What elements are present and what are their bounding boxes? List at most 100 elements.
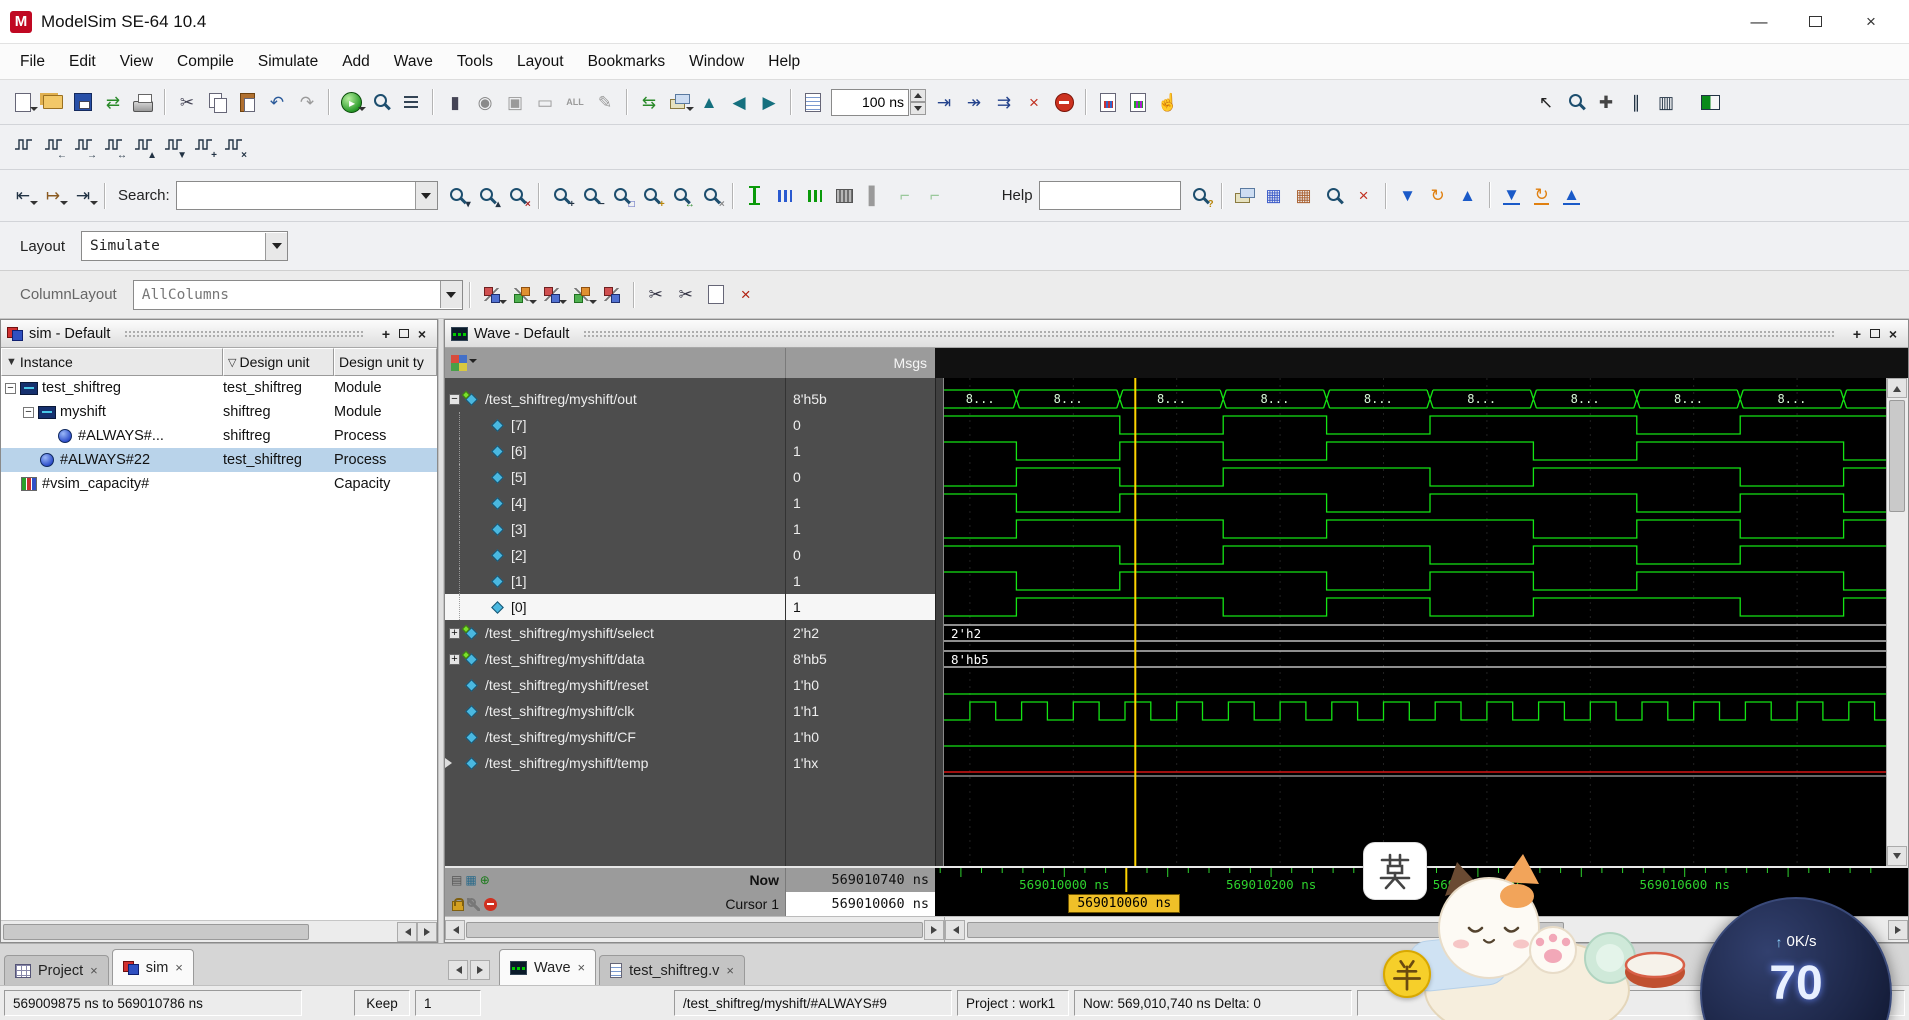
wave-signal-row[interactable]: [3] [445,516,785,542]
remove-cursor-icon[interactable] [484,898,497,911]
column-layout-combobox[interactable]: AllColumns [133,280,463,310]
insert-pulse-button[interactable] [9,133,37,161]
tree-expand-toggle[interactable]: − [5,383,16,394]
menu-tools[interactable]: Tools [445,44,505,79]
new-file-button[interactable] [9,88,37,116]
print-button[interactable] [129,88,157,116]
wave-plot[interactable]: 8...8...8...8...8...8...8...8...8...2'h2… [944,378,1886,866]
menu-layout[interactable]: Layout [505,44,576,79]
menu-window[interactable]: Window [677,44,756,79]
region-button[interactable]: ▭ [531,88,559,116]
column-header-design-unit-type[interactable]: Design unit ty [334,348,437,376]
wave-signal-row[interactable]: [4] [445,490,785,516]
launch-simulation-button[interactable] [337,88,365,116]
search-dropdown-button[interactable] [415,182,437,209]
grid-blue-button[interactable] [771,182,799,210]
show-all-button[interactable]: ALL [561,88,589,116]
sim-panel-header[interactable]: sim - Default +× [1,320,437,348]
delete-view-button[interactable]: × [732,281,760,309]
show-drivers-button[interactable] [568,281,596,309]
half-badge[interactable] [1383,950,1431,998]
bookmark-add-button[interactable]: ▦ [1290,182,1318,210]
grid-green-button[interactable] [801,182,829,210]
env-up-button[interactable]: ▲ [695,88,723,116]
copy-view-button[interactable] [702,281,730,309]
move-edge-right-button[interactable]: → [69,133,97,161]
memory-profile-button[interactable] [1124,88,1152,116]
move-down-button[interactable]: ▼ [1394,182,1422,210]
bookmark-find-button[interactable] [1320,182,1348,210]
tab-wave[interactable]: Wave× [499,949,596,985]
menu-wave[interactable]: Wave [382,44,445,79]
sim-scroll-right-button[interactable] [417,922,437,942]
show-readers-button[interactable] [598,281,626,309]
sim-tree-row[interactable]: −test_shiftregtest_shiftregModule [1,376,437,400]
sim-panel-drag-handle[interactable] [124,330,363,338]
names-scroll-right-button[interactable] [924,920,944,940]
menu-bookmarks[interactable]: Bookmarks [576,44,678,79]
wave-scroll-up-button[interactable] [1887,378,1907,398]
lock-icon[interactable] [451,898,463,911]
swap-views-button[interactable]: ⇆ [635,88,663,116]
menu-help[interactable]: Help [756,44,812,79]
find-button[interactable] [367,88,395,116]
columns-icon[interactable] [451,355,467,371]
step-into-button[interactable]: ▮ [441,88,469,116]
paste-button[interactable] [233,88,261,116]
sim-close-button[interactable]: × [413,325,431,343]
run-all-button[interactable]: ⇉ [990,88,1018,116]
save-button[interactable] [69,88,97,116]
sim-tree-row[interactable]: #ALWAYS#...shiftregProcess [1,424,437,448]
run-length-increase-button[interactable] [910,89,926,102]
restart-button[interactable] [799,88,827,116]
column-header-instance[interactable]: ▼ Instance [1,348,223,376]
cut-button[interactable]: ✂ [173,88,201,116]
wave-vscroll-thumb[interactable] [1889,400,1905,512]
wave-panel-header[interactable]: Wave - Default +× [445,320,1908,348]
waveform-canvas[interactable]: 8...8...8...8...8...8...8...8...8...2'h2… [944,378,1886,866]
add-edge-button[interactable]: + [189,133,217,161]
active-driver-button[interactable] [538,281,566,309]
names-scroll-left-button[interactable] [445,920,465,940]
wave-signal-row[interactable]: /test_shiftreg/myshift/temp [445,750,785,776]
wave-signal-row[interactable]: −/test_shiftreg/myshift/out [445,386,785,412]
step-over-button[interactable]: ◉ [471,88,499,116]
bookmark-grid-button[interactable]: ▦ [1260,182,1288,210]
tab-close-icon[interactable]: × [726,963,734,978]
help-input[interactable] [1040,183,1180,208]
break-button[interactable]: × [1020,88,1048,116]
menu-file[interactable]: File [8,44,57,79]
search-prev-button[interactable]: ▴ [473,182,501,210]
wave-panel-drag-handle[interactable] [583,330,1834,338]
layout-combobox[interactable]: Simulate [81,231,288,261]
left-margin-button[interactable]: ▌ [861,182,889,210]
wave-scroll-down-button[interactable] [1887,846,1907,866]
env-forward-button[interactable]: ▶ [755,88,783,116]
menu-view[interactable]: View [108,44,165,79]
move-edge-left-button[interactable]: ← [39,133,67,161]
sim-tree-row[interactable]: #ALWAYS#22test_shiftregProcess [1,448,437,472]
cursor-time-box[interactable]: 569010060 ns [1068,894,1180,913]
help-search-button[interactable]: ? [1186,182,1214,210]
raise-edge-button[interactable]: ▲ [129,133,157,161]
pause-button[interactable]: ☝ [1154,88,1182,116]
move-up-button[interactable]: ▲ [1454,182,1482,210]
run-button[interactable]: ⇥ [930,88,958,116]
wave-maximize-button[interactable] [1866,325,1884,343]
column-header-design-unit[interactable]: ▽ Design unit [223,348,334,376]
sim-tree-row[interactable]: #vsim_capacity#Capacity [1,472,437,496]
bd-toggle-button[interactable] [1696,88,1724,116]
tab-scroll-right-button[interactable] [470,960,490,980]
wave-expand-toggle[interactable]: − [449,394,460,405]
expand-right-button[interactable]: ⌐ [921,182,949,210]
search-stop-button[interactable]: × [503,182,531,210]
wrench-icon[interactable] [467,898,480,911]
wave-divider[interactable] [935,378,944,866]
wave-signal-row[interactable]: [0] [445,594,785,620]
maximize-button[interactable] [1787,2,1843,42]
wave-scroll-left-button[interactable] [945,920,965,940]
wave-signal-row[interactable]: [7] [445,412,785,438]
link-cursor-icon[interactable]: ▦ [465,874,476,886]
tab-sim[interactable]: sim× [112,949,194,985]
zoom-range-button[interactable]: ↔ [667,182,695,210]
